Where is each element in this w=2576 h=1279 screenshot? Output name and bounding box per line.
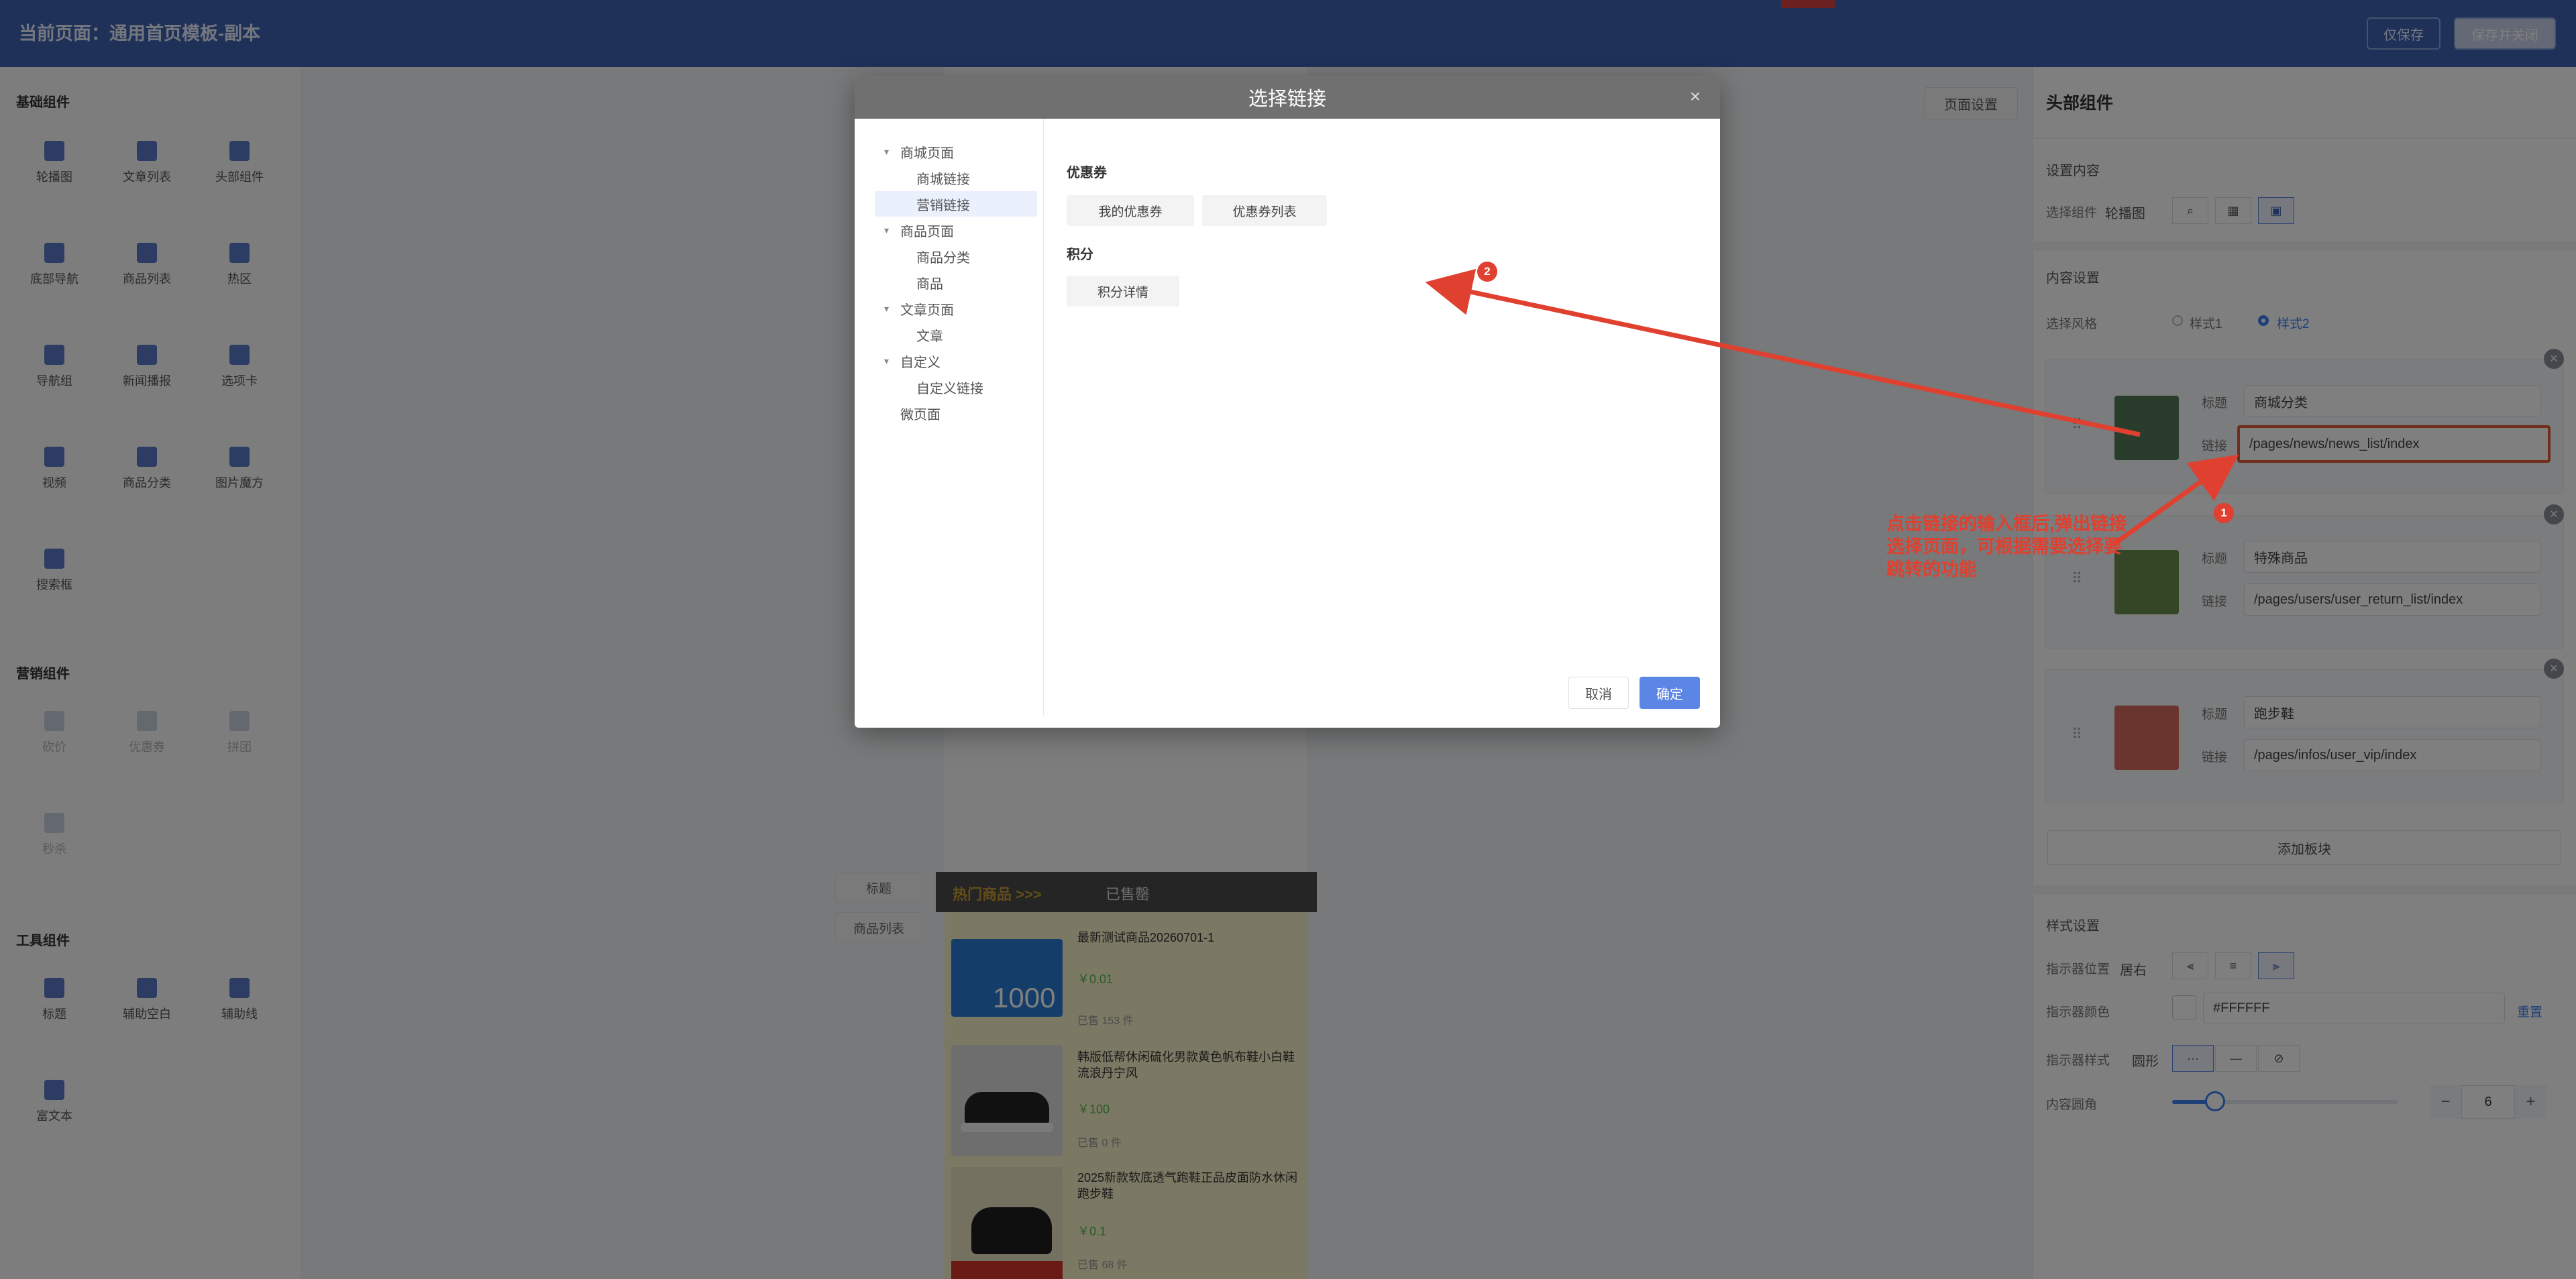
annotation-badge-2: 2	[1477, 262, 1497, 282]
annotation-text: 点击链接的输入框后,弹出链接选择页面，可根据需要选择要跳转的功能	[1886, 514, 2127, 579]
annotation-badge-1: 1	[2214, 503, 2234, 523]
annotation-arrows	[1425, 268, 2239, 547]
arrow-to-dialog	[1425, 268, 2141, 437]
arrow-to-link-input	[2111, 454, 2239, 547]
